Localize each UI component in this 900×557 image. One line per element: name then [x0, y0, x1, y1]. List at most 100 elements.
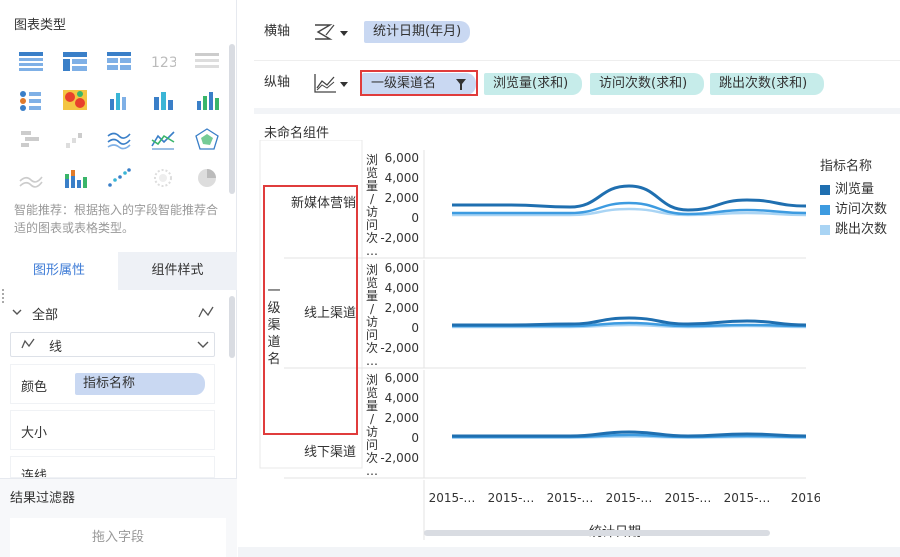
y-axis-title-char: 量: [366, 289, 378, 303]
list-table-icon[interactable]: [194, 50, 220, 72]
y-axis-title-char: /: [370, 192, 375, 206]
bubble-chart-icon[interactable]: [150, 167, 176, 189]
x-tick-label: 2015-…: [429, 491, 476, 505]
column-chart-icon[interactable]: [194, 89, 220, 111]
y-tick-label: 0: [411, 431, 419, 445]
series-line: [452, 184, 807, 212]
legend-item-views[interactable]: 浏览量: [820, 180, 900, 200]
bar-chart-icon[interactable]: [150, 89, 176, 111]
color-label: 颜色: [21, 380, 48, 395]
svg-text:123: 123: [151, 55, 176, 71]
detail-table-icon[interactable]: [106, 50, 132, 72]
chart-types-scrollbar[interactable]: [229, 44, 235, 194]
stacked-bar-icon[interactable]: [62, 167, 88, 189]
row-dimension-label-char: 渠: [267, 318, 280, 333]
y-axis-title-char: 浏: [366, 153, 378, 167]
y-tick-label: 4,000: [385, 391, 419, 405]
row-dimension-label-char: 名: [267, 351, 280, 367]
y-field-bounces-pill[interactable]: 跳出次数(求和): [710, 73, 824, 95]
row-dimension-label-char: 道: [267, 335, 280, 350]
size-property[interactable]: 大小: [10, 410, 215, 450]
y-axis-title-char: 览: [366, 275, 378, 290]
y-tick-label: -2,000: [380, 451, 419, 465]
y-axis-title-char: /: [370, 302, 375, 316]
legend-title: 指标名称: [820, 159, 873, 174]
y-tick-label: 2,000: [385, 411, 419, 425]
chevron-down-icon: [197, 341, 209, 348]
y-axis-type-icon[interactable]: [312, 72, 338, 94]
x-axis-row: 横轴 统计日期(年月): [254, 13, 900, 51]
color-field-pill[interactable]: 指标名称: [75, 373, 205, 395]
legend: 指标名称 浏览量 访问次数 跳出次数: [820, 155, 900, 240]
y-axis-title-char: 次: [366, 451, 378, 465]
divider: [254, 60, 900, 61]
x-axis-type-icon[interactable]: [312, 21, 338, 43]
x-axis-caret-icon[interactable]: [340, 31, 348, 36]
x-axis-label: 横轴: [264, 24, 291, 39]
y-axis-title-char: 问: [366, 218, 378, 232]
line-chart: 一级渠道名新媒体营销浏览量/访问次…6,0004,0002,0000-2,000…: [259, 140, 820, 540]
x-tick-label: 2015-…: [606, 491, 653, 505]
color-property[interactable]: 颜色 指标名称: [10, 364, 215, 404]
table-icon[interactable]: [18, 50, 44, 72]
connect-line-property[interactable]: 连线: [10, 456, 215, 478]
drag-handle-icon[interactable]: [2, 289, 6, 303]
range-chart-icon[interactable]: [18, 128, 44, 150]
y-axis-title-char: 次: [366, 231, 378, 245]
line-chart-icon[interactable]: [106, 128, 132, 150]
all-label: 全部: [32, 308, 59, 323]
y-tick-label: 2,000: [385, 301, 419, 315]
cross-table-icon[interactable]: [62, 50, 88, 72]
y-tick-label: 4,000: [385, 281, 419, 295]
pie-chart-icon[interactable]: [194, 167, 220, 189]
properties-scrollbar[interactable]: [229, 296, 235, 358]
legend-swatch: [820, 205, 830, 215]
legend-swatch: [820, 185, 830, 195]
size-label: 大小: [21, 426, 48, 441]
y-axis-title-char: 量: [366, 399, 378, 413]
legend-item-bounces[interactable]: 跳出次数: [820, 220, 900, 240]
mark-type-value: 线: [49, 340, 63, 355]
y-axis-caret-icon[interactable]: [340, 82, 348, 87]
kpi-number-icon[interactable]: 123: [150, 50, 176, 72]
y-tick-label: 6,000: [385, 261, 419, 275]
y-tick-label: -2,000: [380, 231, 419, 245]
filter-title: 结果过滤器: [10, 491, 76, 506]
y-tick-label: 6,000: [385, 371, 419, 385]
scatter-chart-icon[interactable]: [106, 167, 132, 189]
chart-horizontal-scrollbar[interactable]: [424, 530, 770, 536]
grouped-bar-icon[interactable]: [106, 89, 132, 111]
line-mark-icon: [198, 306, 214, 318]
tab-graphic-properties[interactable]: 图形属性: [0, 252, 118, 290]
tab-component-style[interactable]: 组件样式: [118, 252, 237, 290]
y-axis-title-char: 浏: [366, 263, 378, 277]
y-axis-title-char: 次: [366, 341, 378, 355]
row-label: 线上渠道: [304, 306, 356, 321]
y-axis-title-char: …: [366, 464, 378, 478]
waterfall-icon[interactable]: [62, 128, 88, 150]
x-tick-label: 2016: [791, 491, 820, 505]
property-tabs: 图形属性 组件样式: [0, 252, 237, 290]
filter-drop-field[interactable]: 拖入字段: [10, 518, 226, 557]
legend-item-visits[interactable]: 访问次数: [820, 200, 900, 220]
x-tick-label: 2015-…: [665, 491, 712, 505]
y-tick-label: 6,000: [385, 151, 419, 165]
y-field-views-pill[interactable]: 浏览量(求和): [484, 73, 582, 95]
mark-type-select[interactable]: 线: [10, 332, 215, 357]
y-field-visits-pill[interactable]: 访问次数(求和): [590, 73, 704, 95]
all-marks-row[interactable]: 全部: [10, 302, 220, 324]
y-tick-label: 4,000: [385, 171, 419, 185]
legend-label: 访问次数: [835, 202, 888, 217]
y-axis-title-char: 浏: [366, 373, 378, 387]
chevron-down-icon[interactable]: [12, 307, 22, 317]
kpi-card-icon[interactable]: [18, 89, 44, 111]
x-axis-field-pill[interactable]: 统计日期(年月): [364, 21, 471, 43]
y-axis-title-char: 览: [366, 385, 378, 400]
bottom-bar: [238, 547, 900, 557]
y-axis-title-char: 访: [366, 315, 378, 329]
radar-chart-icon[interactable]: [194, 128, 220, 150]
combo-line-icon[interactable]: [150, 128, 176, 150]
area-chart-icon[interactable]: [18, 167, 44, 189]
legend-swatch: [820, 225, 830, 235]
heatmap-icon[interactable]: [62, 89, 88, 111]
